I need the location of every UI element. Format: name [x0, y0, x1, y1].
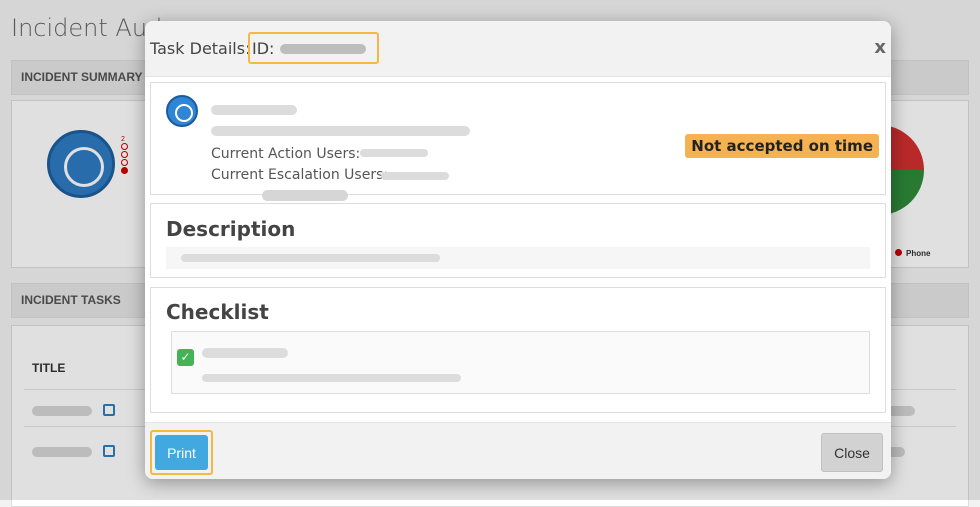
task-id-field: ID:: [248, 32, 379, 64]
current-escalation-users-value: [381, 172, 449, 180]
task-info-section: Current Action Users: Current Escalation…: [150, 82, 886, 195]
modal-title: Task Details:: [150, 39, 251, 58]
print-button[interactable]: Print: [155, 435, 208, 470]
close-button[interactable]: Close: [821, 433, 883, 472]
task-name-value: [211, 105, 297, 115]
modal-footer: Print Close: [145, 422, 891, 479]
modal-header: Task Details: ID: x: [145, 21, 891, 77]
current-action-users-value: [360, 149, 428, 157]
description-section: Description: [150, 203, 886, 278]
task-subtitle-value: [211, 126, 470, 136]
alarm-clock-icon: [166, 95, 198, 127]
checklist-section: Checklist ✓: [150, 287, 886, 413]
description-value: [181, 254, 440, 262]
checklist-heading: Checklist: [166, 300, 269, 324]
task-meta-value: [262, 190, 348, 201]
task-id-value: [280, 44, 366, 54]
status-badge: Not accepted on time: [685, 134, 879, 158]
print-highlight: Print: [150, 430, 213, 475]
description-text: [166, 247, 870, 269]
checklist-item-detail: [202, 374, 461, 382]
checklist-item-title: [202, 348, 288, 358]
current-action-users-label: Current Action Users:: [211, 146, 361, 162]
task-id-label: ID:: [252, 39, 275, 58]
task-details-modal: Task Details: ID: x Current Action Users…: [145, 21, 891, 479]
checklist-item: ✓: [171, 331, 870, 394]
description-heading: Description: [166, 217, 296, 241]
checkbox-checked[interactable]: ✓: [177, 349, 194, 366]
close-icon[interactable]: x: [874, 37, 886, 58]
current-escalation-users-label: Current Escalation Users:: [211, 167, 389, 183]
